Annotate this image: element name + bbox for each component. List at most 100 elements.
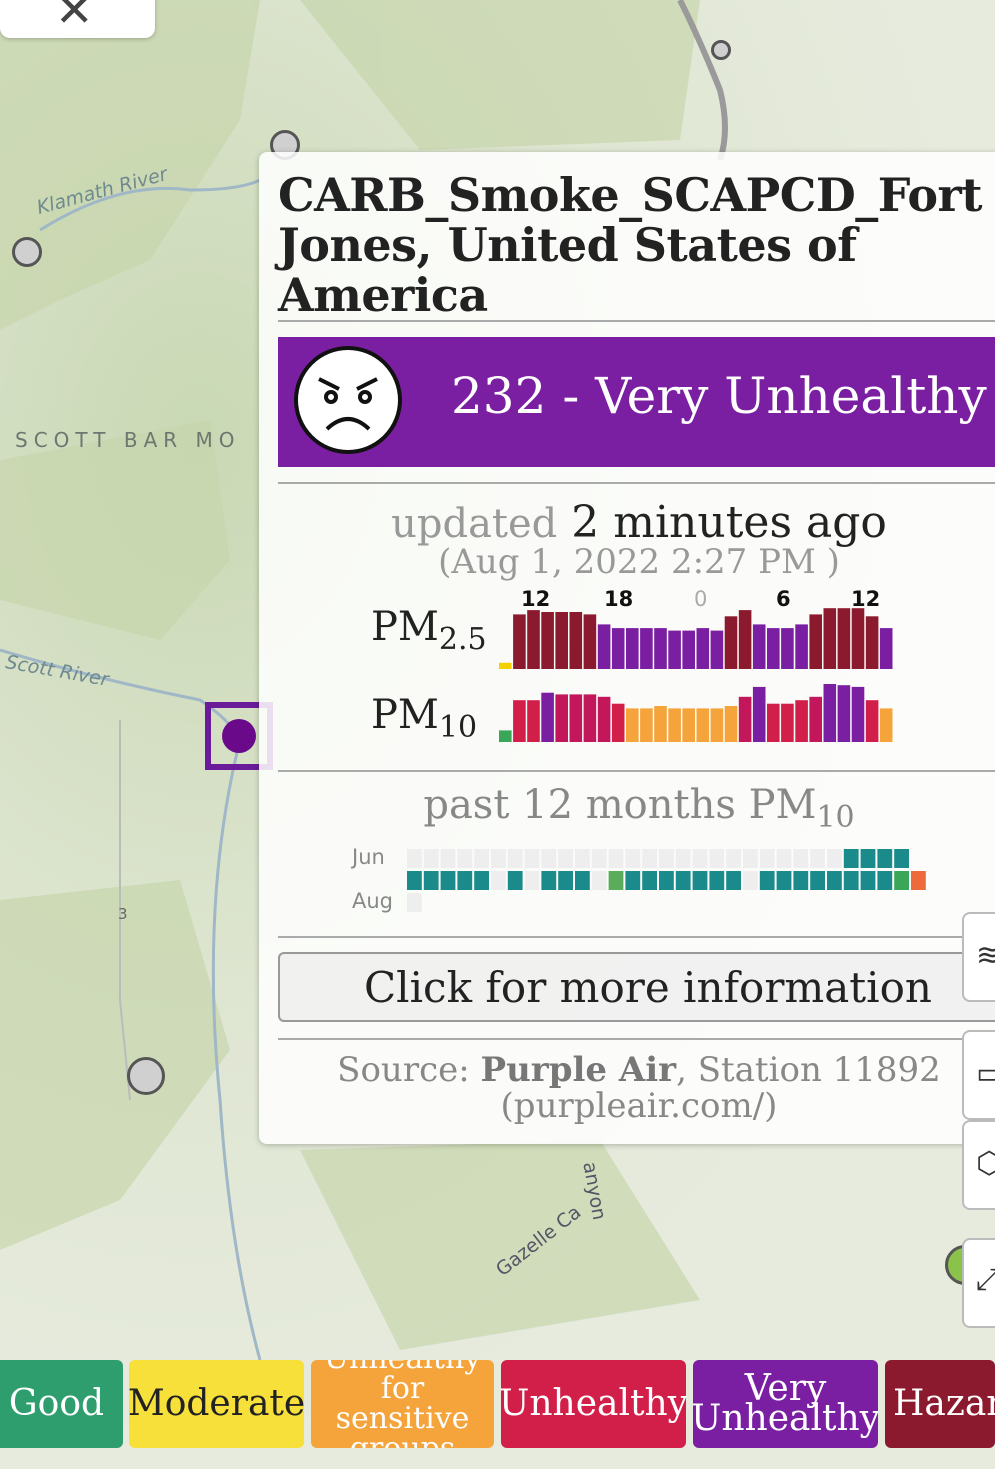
legend-moderate[interactable]: Moderate	[129, 1360, 304, 1448]
updated-line: updated 2 minutes ago	[259, 497, 995, 548]
pm10-bar	[668, 708, 681, 742]
fullscreen-icon: ⤢	[976, 1262, 995, 1297]
bookmark-button[interactable]: ▭	[962, 1030, 995, 1120]
pm10-bar	[738, 696, 752, 742]
more-info-button[interactable]: Click for more information	[278, 952, 995, 1022]
month-label-end: Aug	[352, 889, 394, 913]
calendar-day-cell	[726, 871, 741, 890]
fullscreen-button[interactable]: ⤢	[962, 1238, 995, 1328]
calendar-day-cell	[726, 849, 741, 868]
calendar-day-cell	[440, 871, 456, 890]
pm25-bar	[851, 608, 865, 669]
legend-good[interactable]: Good	[0, 1360, 123, 1448]
share-button[interactable]: ⬡	[962, 1120, 995, 1210]
legend-hazardous[interactable]: Hazar	[885, 1360, 995, 1448]
layers-button[interactable]: ≋	[962, 912, 995, 1002]
calendar-day-cell	[659, 871, 674, 890]
calendar-heatmap	[407, 849, 926, 912]
pm10-bar	[654, 706, 667, 742]
layers-icon: ≋	[976, 938, 995, 973]
calendar-day-cell	[491, 871, 506, 890]
calendar-day-cell	[457, 849, 473, 868]
calendar-day-cell	[860, 849, 876, 868]
calendar-day-cell	[423, 871, 439, 890]
calendar-day-cell	[709, 849, 725, 868]
calendar-day-cell	[507, 849, 523, 868]
calendar-day-cell	[575, 871, 590, 890]
pm10-bar	[767, 703, 780, 742]
calendar-day-cell	[474, 849, 489, 868]
pm10-bar	[724, 706, 738, 742]
pm25-bar	[569, 612, 583, 669]
pm25-bar	[738, 610, 752, 669]
calendar-day-cell	[575, 849, 590, 868]
divider	[278, 770, 995, 772]
months-title: past 12 months PM10	[423, 782, 855, 835]
map-label-route: 3	[118, 905, 128, 923]
calendar-day-cell	[675, 849, 691, 868]
pm25-bar	[597, 624, 611, 669]
pm10-bar	[597, 696, 611, 742]
calendar-day-cell	[541, 849, 557, 868]
calendar-day-cell	[810, 849, 825, 868]
pm25-bar	[513, 614, 526, 669]
pm25-bar	[626, 628, 639, 669]
calendar-day-cell	[860, 871, 876, 890]
calendar-day-cell	[911, 871, 926, 890]
updated-prefix: updated	[391, 501, 558, 547]
calendar-day-cell	[625, 849, 641, 868]
legend-very-unhealthy[interactable]: Very Unhealthy	[693, 1360, 878, 1448]
station-popup: CARB_Smoke_SCAPCD_Fort Jones, United Sta…	[259, 152, 995, 1144]
calendar-day-cell	[827, 849, 842, 868]
legend-usg[interactable]: Unhealthy for sensitive groups	[311, 1360, 494, 1448]
source-link[interactable]: Purple Air	[481, 1050, 677, 1090]
calendar-day-cell	[877, 849, 893, 868]
pm10-bar	[555, 694, 568, 742]
pm10-bar	[710, 708, 724, 742]
pm25-bar	[611, 628, 625, 669]
update-timestamp: (Aug 1, 2022 2:27 PM )	[438, 542, 840, 582]
calendar-day-cell	[659, 849, 674, 868]
legend-unhealthy[interactable]: Unhealthy	[501, 1360, 686, 1448]
calendar-day-cell	[793, 849, 809, 868]
pm10-bar	[809, 696, 822, 742]
pm10-bar	[879, 708, 893, 742]
station-marker[interactable]	[12, 237, 42, 267]
calendar-day-cell	[776, 849, 792, 868]
pm25-bar	[781, 628, 794, 669]
calendar-day-cell	[507, 871, 523, 890]
pm10-bar	[752, 686, 766, 742]
calendar-day-cell	[692, 871, 708, 890]
pm25-bar	[879, 628, 893, 669]
calendar-day-cell	[743, 849, 758, 868]
month-label-start: Jun	[352, 845, 385, 869]
source-url[interactable]: (purpleair.com/)	[501, 1086, 778, 1126]
calendar-day-cell	[625, 871, 641, 890]
calendar-day-cell	[642, 871, 657, 890]
pm10-bar	[865, 700, 879, 742]
calendar-day-cell	[541, 871, 557, 890]
calendar-day-cell	[877, 871, 893, 890]
station-marker[interactable]	[711, 40, 731, 60]
close-icon: ✕	[55, 0, 94, 37]
station-marker[interactable]	[127, 1057, 165, 1095]
calendar-day-cell	[608, 849, 624, 868]
pm10-bar	[781, 703, 794, 742]
pm10-bar	[696, 708, 710, 742]
pm25-bar	[527, 610, 540, 669]
pm25-bar	[555, 612, 568, 669]
calendar-day-cell	[591, 871, 607, 890]
calendar-day-cell	[457, 871, 473, 890]
pm10-bar	[541, 692, 554, 742]
calendar-day-cell	[810, 871, 825, 890]
pm10-bar	[499, 730, 512, 742]
popup-title: CARB_Smoke_SCAPCD_Fort Jones, United Sta…	[278, 168, 983, 322]
pm10-bar	[795, 700, 808, 742]
pm25-bar	[809, 614, 822, 669]
map-label-mountains: SCOTT BAR MO	[15, 428, 241, 452]
close-button[interactable]: ✕	[0, 0, 155, 38]
pm25-bar	[696, 628, 710, 669]
pm25-bar	[668, 630, 681, 669]
calendar-day-cell	[558, 849, 573, 868]
calendar-day-cell	[776, 871, 792, 890]
